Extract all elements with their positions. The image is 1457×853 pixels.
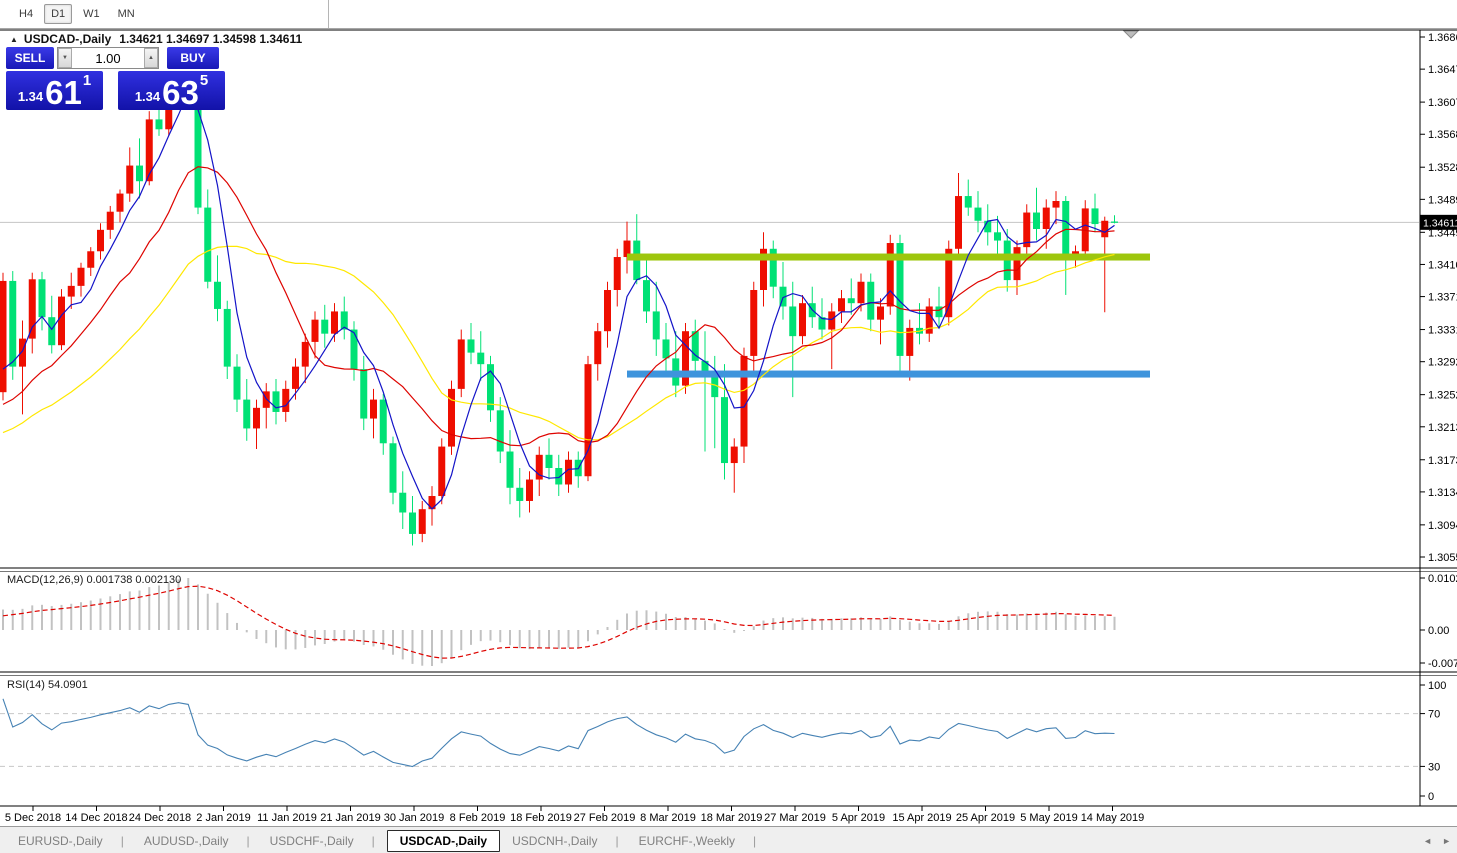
svg-text:1.30940: 1.30940 (1428, 520, 1457, 532)
svg-text:1.32130: 1.32130 (1428, 422, 1457, 434)
volume-stepper: ▼ ▲ (57, 47, 159, 69)
buy-button[interactable]: BUY (167, 47, 219, 69)
svg-text:1.32920: 1.32920 (1428, 357, 1457, 369)
svg-text:1.35280: 1.35280 (1428, 162, 1457, 174)
trading-app-window: H4 D1 W1 MN 1.368601.364701.360701.35680… (0, 0, 1457, 853)
svg-text:14 Dec 2018: 14 Dec 2018 (65, 812, 127, 824)
svg-text:15 Apr 2019: 15 Apr 2019 (892, 812, 951, 824)
tab-eurchf-weekly[interactable]: EURCHF-,Weekly (629, 830, 767, 852)
chart-symbol-label: USDCAD-,Daily (23, 32, 112, 46)
one-click-trading-panel: SELL ▼ ▲ BUY 1.34 61 1 1.34 63 5 (6, 47, 225, 110)
svg-text:1.30550: 1.30550 (1428, 552, 1457, 564)
svg-text:8 Feb 2019: 8 Feb 2019 (450, 812, 506, 824)
svg-text:5 May 2019: 5 May 2019 (1020, 812, 1077, 824)
timeframe-mn-button[interactable]: MN (111, 4, 142, 24)
svg-text:0: 0 (1428, 791, 1434, 803)
svg-text:27 Feb 2019: 27 Feb 2019 (574, 812, 636, 824)
tab-usdchf-daily[interactable]: USDCHF-,Daily (260, 830, 385, 852)
svg-text:1.32520: 1.32520 (1428, 390, 1457, 402)
volume-input[interactable] (72, 48, 144, 68)
tab-scroll-right-icon[interactable]: ► (1442, 836, 1451, 846)
svg-text:1.34100: 1.34100 (1428, 259, 1457, 271)
buy-price-box[interactable]: 1.34 63 5 (118, 71, 225, 110)
svg-text:24 Dec 2018: 24 Dec 2018 (129, 812, 191, 824)
svg-text:5 Dec 2018: 5 Dec 2018 (5, 812, 61, 824)
svg-text:14 May 2019: 14 May 2019 (1081, 812, 1145, 824)
svg-text:100: 100 (1428, 680, 1446, 692)
macd-indicator-label: MACD(12,26,9) 0.001738 0.002130 (7, 574, 182, 586)
tab-usdcad-daily[interactable]: USDCAD-,Daily (386, 829, 501, 852)
timeframe-w1-button[interactable]: W1 (76, 4, 107, 24)
sell-price-sup: 1 (82, 72, 92, 89)
svg-text:1.31730: 1.31730 (1428, 455, 1457, 467)
svg-text:25 Apr 2019: 25 Apr 2019 (956, 812, 1015, 824)
buy-price-prefix: 1.34 (134, 89, 161, 104)
tab-usdcnh-daily[interactable]: USDCNH-,Daily (502, 830, 628, 852)
sell-price-box[interactable]: 1.34 61 1 (6, 71, 103, 110)
timeframe-d1-button[interactable]: D1 (44, 4, 73, 24)
chart-title: ▲ USDCAD-,Daily 1.34621 1.34697 1.34598 … (10, 32, 302, 46)
svg-text:1.36070: 1.36070 (1428, 97, 1457, 109)
svg-text:2 Jan 2019: 2 Jan 2019 (196, 812, 250, 824)
rsi-indicator-label: RSI(14) 54.0901 (7, 679, 88, 691)
trendline (627, 253, 1150, 261)
svg-text:-0.00747: -0.00747 (1428, 658, 1457, 670)
svg-text:1.35680: 1.35680 (1428, 129, 1457, 141)
price-chart-canvas[interactable]: 1.368601.364701.360701.356801.352801.348… (0, 0, 1457, 853)
chart-ohlc-values: 1.34621 1.34697 1.34598 1.34611 (119, 32, 303, 46)
svg-text:1.36470: 1.36470 (1428, 64, 1457, 76)
tab-audusd-daily[interactable]: AUDUSD-,Daily (134, 830, 260, 852)
svg-text:8 Mar 2019: 8 Mar 2019 (640, 812, 696, 824)
svg-text:18 Mar 2019: 18 Mar 2019 (701, 812, 763, 824)
symbol-tabbar: EURUSD-,Daily AUDUSD-,Daily USDCHF-,Dail… (0, 826, 1457, 853)
svg-text:11 Jan 2019: 11 Jan 2019 (257, 812, 317, 824)
svg-text:1.34611: 1.34611 (1423, 217, 1457, 229)
buy-price-big: 63 (162, 73, 199, 111)
tab-scroll-controls: ◄ ► (1423, 836, 1451, 846)
svg-text:30: 30 (1428, 761, 1440, 773)
sell-button[interactable]: SELL (6, 47, 54, 69)
sell-price-big: 61 (45, 73, 82, 111)
svg-text:5 Apr 2019: 5 Apr 2019 (832, 812, 885, 824)
svg-text:1.33710: 1.33710 (1428, 292, 1457, 304)
buy-price-sup: 5 (199, 72, 209, 89)
timeframe-toolbar: H4 D1 W1 MN (0, 0, 1457, 29)
svg-text:0.00: 0.00 (1428, 625, 1449, 637)
trade-panel-toggle-icon[interactable]: ▲ (10, 35, 18, 44)
volume-down-icon[interactable]: ▼ (58, 48, 72, 68)
svg-text:27 Mar 2019: 27 Mar 2019 (764, 812, 826, 824)
svg-text:30 Jan 2019: 30 Jan 2019 (384, 812, 445, 824)
svg-text:18 Feb 2019: 18 Feb 2019 (510, 812, 572, 824)
trendline (627, 370, 1150, 378)
svg-text:1.33310: 1.33310 (1428, 325, 1457, 337)
svg-text:70: 70 (1428, 709, 1440, 721)
svg-text:1.31340: 1.31340 (1428, 487, 1457, 499)
svg-text:21 Jan 2019: 21 Jan 2019 (320, 812, 381, 824)
svg-text:0.010229: 0.010229 (1428, 573, 1457, 585)
tab-eurusd-daily[interactable]: EURUSD-,Daily (8, 830, 134, 852)
volume-up-icon[interactable]: ▲ (144, 48, 158, 68)
sell-price-prefix: 1.34 (17, 89, 44, 104)
timeframe-h4-button[interactable]: H4 (12, 4, 40, 24)
svg-text:1.36860: 1.36860 (1428, 32, 1457, 44)
svg-text:1.34890: 1.34890 (1428, 194, 1457, 206)
timeframe-button-group: H4 D1 W1 MN (0, 0, 329, 28)
tab-scroll-left-icon[interactable]: ◄ (1423, 836, 1432, 846)
